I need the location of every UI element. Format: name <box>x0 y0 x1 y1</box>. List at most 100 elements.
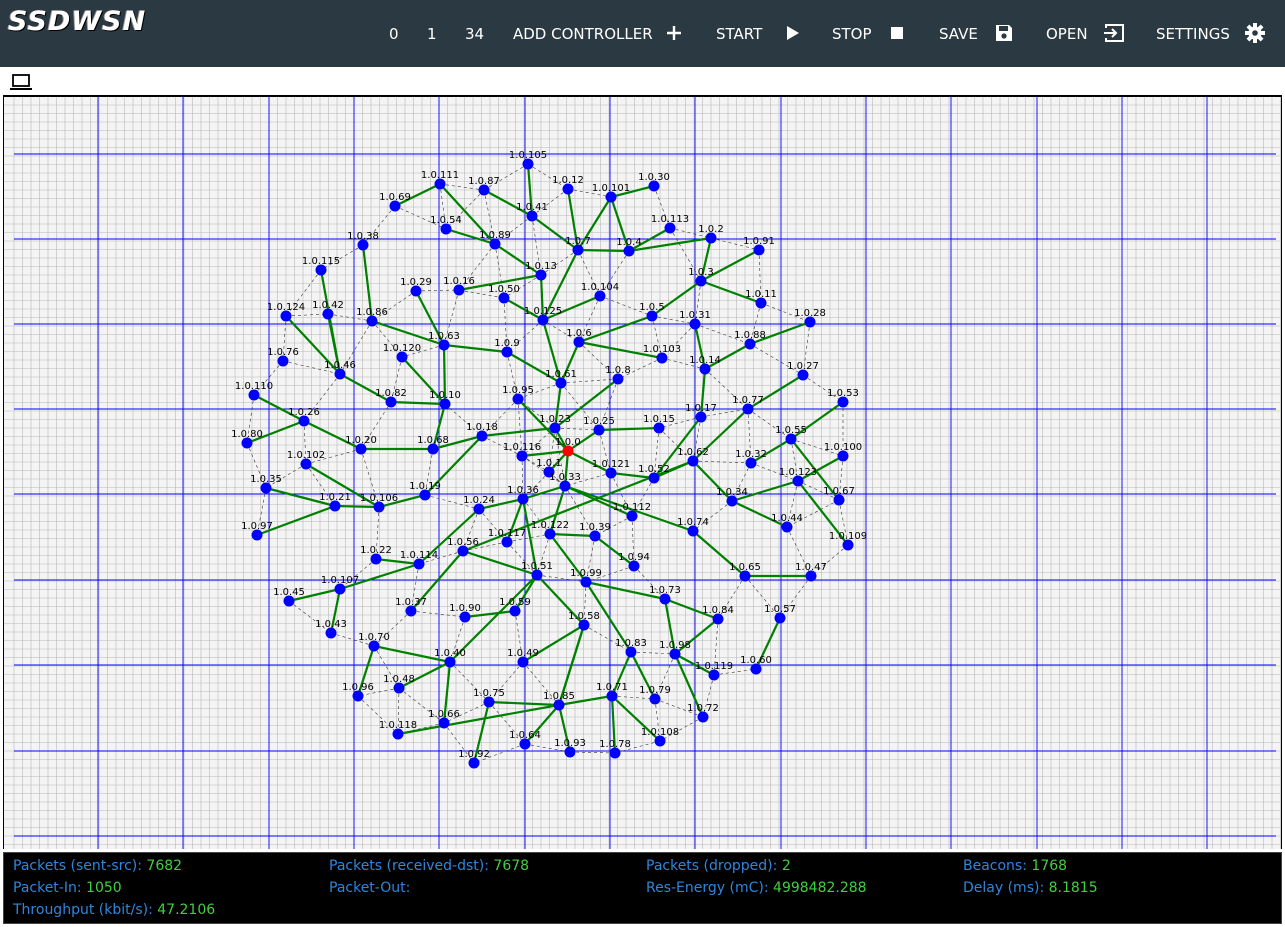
play-icon[interactable] <box>781 22 803 44</box>
sensor-node[interactable]: 1.0.64 <box>509 730 541 750</box>
sensor-node[interactable]: 1.0.118 <box>379 720 417 740</box>
sensor-node[interactable]: 1.0.9 <box>494 338 520 358</box>
sensor-node[interactable]: 1.0.31 <box>679 310 711 330</box>
sensor-node[interactable]: 1.0.41 <box>516 202 548 222</box>
sensor-node[interactable]: 1.0.105 <box>509 150 547 170</box>
sensor-node[interactable]: 1.0.110 <box>235 381 273 401</box>
node-label: 1.0.93 <box>554 738 586 749</box>
sensor-node[interactable]: 1.0.65 <box>729 562 761 582</box>
sensor-node[interactable]: 1.0.93 <box>554 738 586 758</box>
sensor-node[interactable]: 1.0.7 <box>565 236 591 256</box>
sensor-node[interactable]: 1.0.27 <box>787 361 819 381</box>
sensor-node[interactable]: 1.0.74 <box>677 517 709 537</box>
toolbar-item-34[interactable]: 34 <box>465 24 484 44</box>
sensor-node[interactable]: 1.0.57 <box>764 604 796 624</box>
sensor-node[interactable]: 1.0.77 <box>732 395 764 415</box>
sensor-node[interactable]: 1.0.92 <box>458 749 490 769</box>
sensor-node[interactable]: 1.0.44 <box>771 513 803 533</box>
add-controller-button[interactable]: ADD CONTROLLER <box>513 24 653 44</box>
sensor-node[interactable]: 1.0.84 <box>702 605 734 625</box>
sensor-node[interactable]: 1.0.106 <box>360 493 398 513</box>
sensor-node[interactable]: 1.0.120 <box>383 343 421 363</box>
sensor-node[interactable]: 1.0.59 <box>499 597 531 617</box>
sensor-node[interactable]: 1.0.103 <box>643 344 681 364</box>
sensor-node[interactable]: 1.0.119 <box>695 661 733 681</box>
laptop-icon[interactable] <box>9 73 33 91</box>
login-icon[interactable] <box>1103 22 1125 44</box>
sensor-node[interactable]: 1.0.42 <box>312 300 344 320</box>
node-label: 1.0.99 <box>570 568 602 579</box>
sensor-node[interactable]: 1.0.16 <box>443 276 475 296</box>
sensor-node[interactable]: 1.0.21 <box>319 492 351 512</box>
sensor-node[interactable]: 1.0.114 <box>400 550 438 570</box>
sensor-node[interactable]: 1.0.115 <box>302 256 340 276</box>
sensor-node[interactable]: 1.0.75 <box>473 688 505 708</box>
sensor-node[interactable]: 1.0.45 <box>273 587 305 607</box>
sensor-node[interactable]: 1.0.108 <box>641 727 679 747</box>
sensor-node[interactable]: 1.0.123 <box>779 467 817 487</box>
stop-button[interactable]: STOP <box>832 24 872 44</box>
sensor-node[interactable]: 1.0.83 <box>615 638 647 658</box>
sensor-node[interactable]: 1.0.76 <box>267 347 299 367</box>
sensor-node[interactable]: 1.0.80 <box>231 429 263 449</box>
network-canvas[interactable]: 1.0.105 1.0.12 1.0.101 1.0.30 1.0.111 1.0.87 1… <box>3 97 1282 849</box>
sensor-node[interactable]: 1.0.51 <box>521 561 553 581</box>
save-button[interactable]: SAVE <box>939 24 978 44</box>
sensor-node[interactable]: 1.0.2 <box>698 224 724 244</box>
sensor-node[interactable]: 1.0.97 <box>241 521 273 541</box>
sensor-node[interactable]: 1.0.102 <box>287 450 325 470</box>
sensor-node[interactable]: 1.0.125 <box>524 306 562 326</box>
sensor-node[interactable]: 1.0.89 <box>479 230 511 250</box>
sensor-node[interactable]: 1.0.47 <box>795 562 827 582</box>
sensor-node[interactable]: 1.0.112 <box>613 502 651 522</box>
sensor-node[interactable]: 1.0.124 <box>267 302 305 322</box>
sensor-node[interactable]: 1.0.4 <box>616 237 642 257</box>
sensor-node[interactable]: 1.0.82 <box>375 388 407 408</box>
sensor-node[interactable]: 1.0.23 <box>539 414 571 434</box>
sensor-node[interactable]: 1.0.88 <box>734 330 766 350</box>
sensor-node[interactable]: 1.0.55 <box>775 425 807 445</box>
node-label: 1.0.96 <box>342 682 374 693</box>
sensor-node[interactable]: 1.0.11 <box>745 289 777 309</box>
sensor-node[interactable]: 1.0.12 <box>552 175 584 195</box>
sensor-node[interactable]: 1.0.94 <box>618 552 650 572</box>
sensor-node[interactable]: 1.0.73 <box>649 585 681 605</box>
sensor-node[interactable]: 1.0.20 <box>345 435 377 455</box>
sensor-node[interactable]: 1.0.79 <box>639 685 671 705</box>
sensor-node[interactable]: 1.0.34 <box>716 487 748 507</box>
toolbar-item-0[interactable]: 0 <box>389 24 399 44</box>
stop-icon[interactable] <box>886 22 908 44</box>
sensor-node[interactable]: 1.0.72 <box>687 703 719 723</box>
sensor-node[interactable]: 1.0.101 <box>592 183 630 203</box>
sensor-node[interactable]: 1.0.104 <box>581 282 619 302</box>
sensor-node[interactable]: 1.0.62 <box>677 447 709 467</box>
sensor-node[interactable]: 1.0.22 <box>360 545 392 565</box>
settings-button[interactable]: SETTINGS <box>1156 24 1230 44</box>
sensor-node[interactable]: 1.0.100 <box>824 442 862 462</box>
sensor-node[interactable]: 1.0.38 <box>347 231 379 251</box>
sensor-node[interactable]: 1.0.26 <box>288 407 320 427</box>
sensor-node[interactable]: 1.0.58 <box>568 611 600 631</box>
network-graph[interactable]: 1.0.105 1.0.12 1.0.101 1.0.30 1.0.111 1.0.87 1… <box>4 97 1281 849</box>
sensor-node[interactable]: 1.0.113 <box>651 214 689 234</box>
sensor-node[interactable]: 1.0.69 <box>379 192 411 212</box>
sensor-node[interactable]: 1.0.67 <box>823 486 855 506</box>
start-button[interactable]: START <box>716 24 762 44</box>
save-icon[interactable] <box>993 22 1015 44</box>
open-button[interactable]: OPEN <box>1046 24 1088 44</box>
sensor-node[interactable]: 1.0.109 <box>829 531 867 551</box>
sensor-node[interactable]: 1.0.15 <box>643 414 675 434</box>
gear-icon[interactable] <box>1244 22 1266 44</box>
plus-icon[interactable] <box>663 22 685 44</box>
sensor-node[interactable]: 1.0.98 <box>659 640 691 660</box>
sensor-node[interactable]: 1.0.63 <box>428 331 460 351</box>
sensor-node[interactable]: 1.0.46 <box>324 360 356 380</box>
sensor-node[interactable]: 1.0.96 <box>342 682 374 702</box>
sensor-node[interactable]: 1.0.91 <box>743 236 775 256</box>
sensor-node[interactable]: 1.0.28 <box>794 308 826 328</box>
sensor-node[interactable]: 1.0.90 <box>449 603 481 623</box>
sensor-node[interactable]: 1.0.111 <box>421 170 459 190</box>
sensor-node[interactable]: 1.0.53 <box>827 388 859 408</box>
toolbar-item-1[interactable]: 1 <box>427 24 437 44</box>
stat-packets-dropped: Packets (dropped): 2 <box>646 856 791 876</box>
